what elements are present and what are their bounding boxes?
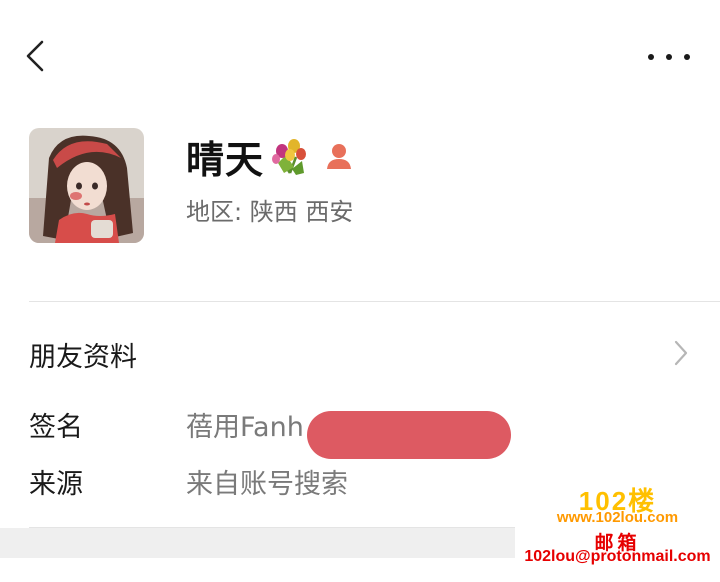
nickname: 晴天: [186, 137, 265, 182]
flower-bouquet-icon: [272, 139, 307, 175]
female-user-icon: [327, 144, 352, 169]
more-horizontal-icon: [648, 54, 654, 60]
back-button[interactable]: [20, 36, 52, 76]
name-row: 晴天: [186, 130, 354, 182]
friend-info-row[interactable]: 朋友资料: [0, 320, 720, 386]
more-options-button[interactable]: [648, 44, 690, 70]
friend-info-label: 朋友资料: [29, 342, 137, 373]
chevron-left-icon: [26, 40, 44, 72]
source-value: 来自账号搜索: [186, 469, 348, 500]
chevron-right-icon: [674, 340, 688, 366]
source-label: 来源: [29, 469, 83, 500]
avatar-image: [29, 128, 144, 243]
signature-label: 签名: [29, 412, 83, 443]
watermark-url: www.102lou.com: [556, 509, 679, 526]
divider: [29, 301, 720, 302]
watermark-email: 102lou@protonmail.com: [524, 548, 711, 565]
region-text: 地区: 陕西 西安: [186, 198, 354, 226]
avatar[interactable]: [29, 128, 144, 243]
signature-value: 蓓用Fanh: [186, 412, 304, 443]
redaction-mark: [307, 411, 511, 459]
